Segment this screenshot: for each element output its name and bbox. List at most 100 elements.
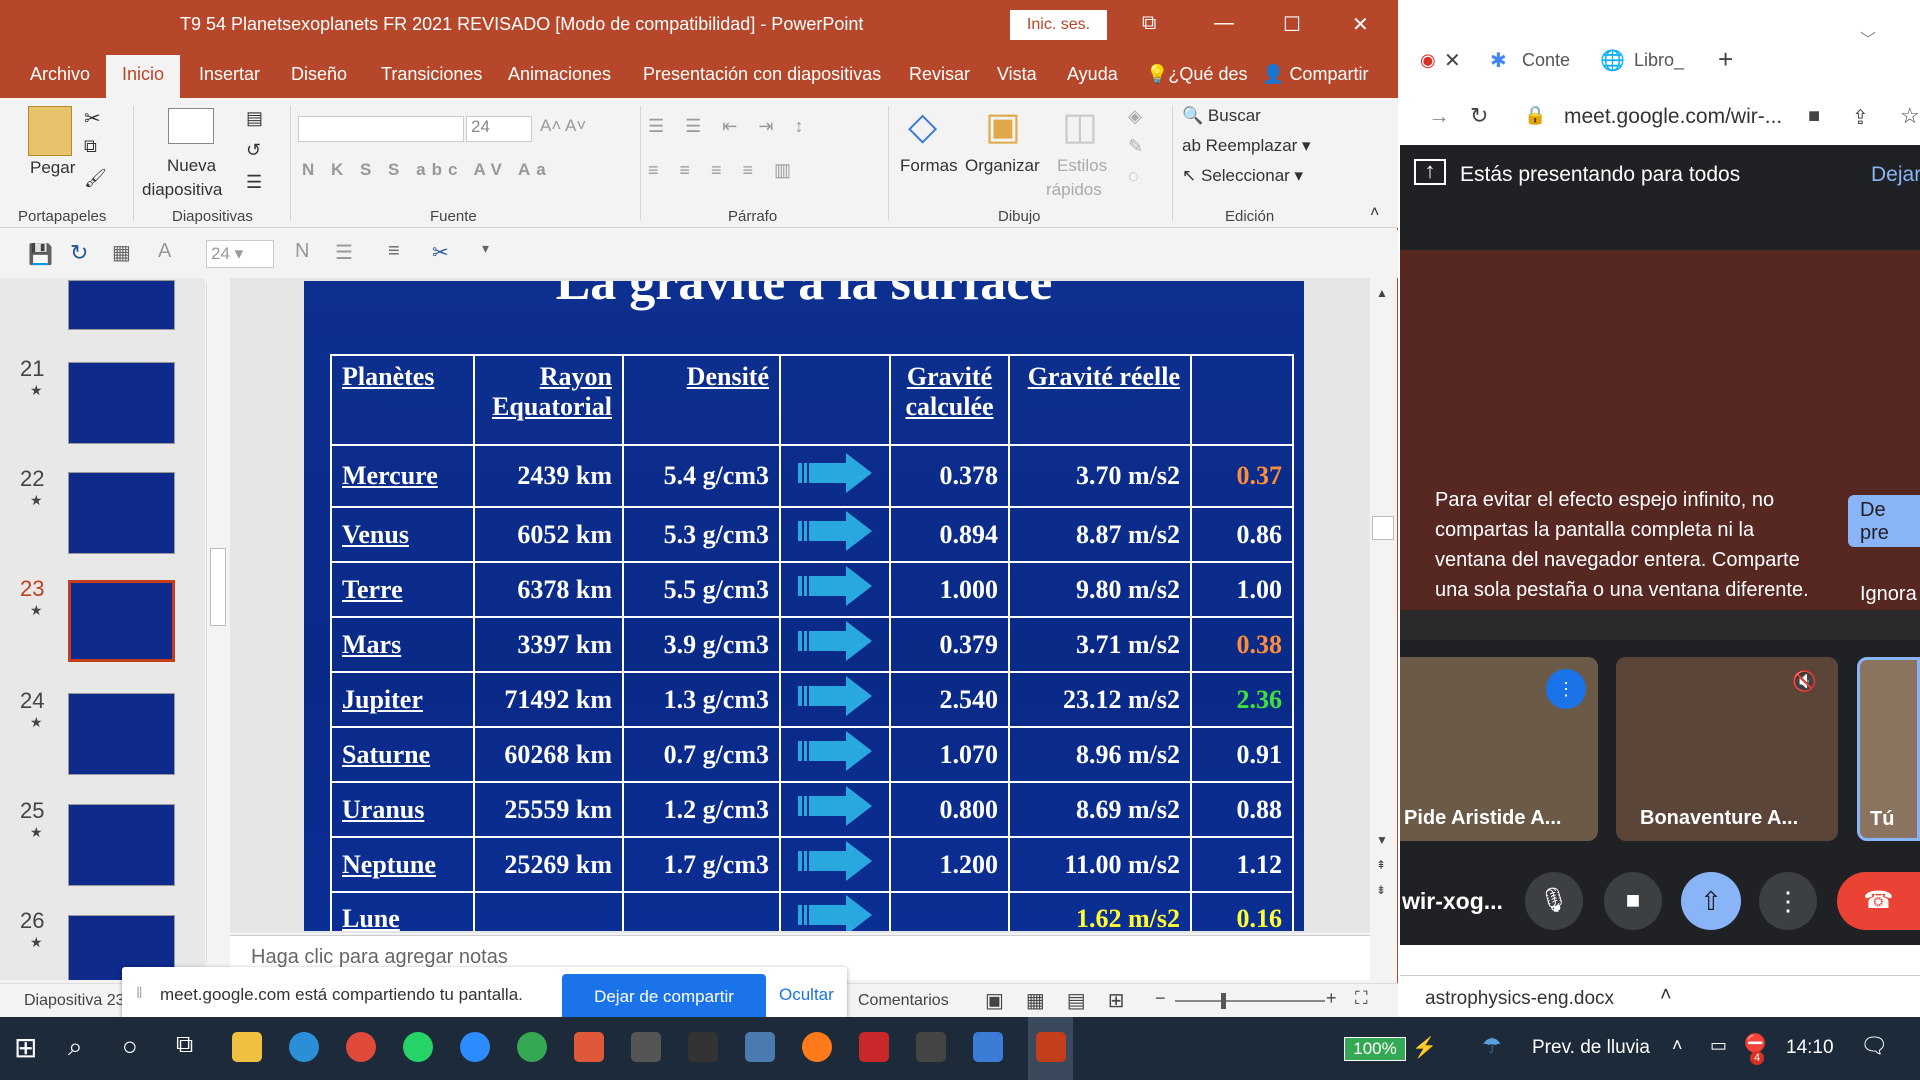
whatsapp-icon[interactable] <box>403 1032 433 1062</box>
share-button[interactable]: 👤 Compartir <box>1262 64 1368 85</box>
quick-styles-label-1[interactable]: Estilos <box>1057 156 1107 176</box>
view-buttons[interactable]: ▣▦▤⊞ <box>985 988 1146 1013</box>
tab-animaciones[interactable]: Animaciones <box>508 64 611 85</box>
forward-icon[interactable]: → <box>1428 103 1450 129</box>
slide-thumbnail-22[interactable] <box>68 472 175 554</box>
app-icon[interactable] <box>631 1032 661 1062</box>
quick-styles-label-2[interactable]: rápidos <box>1046 180 1102 200</box>
bookmark-star-icon[interactable]: ☆ <box>1900 103 1920 129</box>
weather-text[interactable]: Prev. de lluvia <box>1532 1037 1650 1059</box>
slide-thumbnail-21[interactable] <box>68 362 175 444</box>
tab-revisar[interactable]: Revisar <box>909 64 970 85</box>
zoom-in-icon[interactable]: + <box>1326 988 1337 1009</box>
microphone-button[interactable]: 🎙 <box>1525 872 1583 930</box>
zoom-icon[interactable] <box>460 1032 490 1062</box>
tab-archivo[interactable]: Archivo <box>30 64 90 85</box>
scroll-down-icon[interactable]: ▼ <box>1376 833 1388 847</box>
umbrella-icon[interactable]: ☂ <box>1482 1033 1502 1059</box>
font-size-box[interactable]: 24 <box>466 116 532 142</box>
select-button[interactable]: ↖ Seleccionar ▾ <box>1182 166 1303 186</box>
drag-handle-icon[interactable]: ‖ <box>136 985 143 1003</box>
tab-presentacion[interactable]: Presentación con diapositivas <box>643 64 881 85</box>
hide-button[interactable]: Ocultar <box>779 985 834 1005</box>
new-slide-label-2[interactable]: diapositiva <box>142 180 222 200</box>
reset-icon[interactable]: ↺ <box>246 140 261 161</box>
tell-me-search[interactable]: 💡¿Qué des <box>1146 64 1247 85</box>
font-color-icon[interactable]: A <box>158 240 171 263</box>
align-icon[interactable]: ≡ <box>388 240 400 263</box>
new-tab-icon[interactable]: + <box>1718 44 1733 75</box>
minimize-icon[interactable]: — <box>1214 12 1234 35</box>
tab-ayuda[interactable]: Ayuda <box>1067 64 1118 85</box>
align-buttons[interactable]: ≡ ≡ ≡ ≡ ▥ <box>648 160 799 181</box>
effects-icon[interactable]: ◌ <box>1128 166 1139 187</box>
app-icon[interactable] <box>916 1032 946 1062</box>
participant-tile-1[interactable]: ⋮ Pide Aristide A... <box>1400 657 1598 841</box>
task-view-icon[interactable]: ⧉ <box>176 1031 193 1059</box>
hidden-icons-chevron[interactable]: ˄ <box>1672 1035 1683 1056</box>
arrange-button[interactable]: Organizar <box>965 156 1040 176</box>
cut-icon[interactable]: ✂ <box>84 106 101 131</box>
pdf-converter-icon[interactable] <box>859 1032 889 1062</box>
bullets-icon[interactable]: ☰ <box>335 240 353 265</box>
powerpoint-taskbar-button[interactable] <box>1028 1017 1073 1080</box>
share-instead-button[interactable]: De pre <box>1848 495 1920 547</box>
share-icon[interactable]: ⇪ <box>1852 105 1869 130</box>
lock-icon[interactable]: 🔒 <box>1524 105 1546 126</box>
paste-button[interactable]: Pegar <box>30 158 75 178</box>
leave-call-button[interactable]: ☎ <box>1837 872 1920 930</box>
replace-button[interactable]: ab Reemplazar ▾ <box>1182 136 1311 156</box>
font-name-box[interactable] <box>298 116 464 142</box>
tab-vista[interactable]: Vista <box>997 64 1037 85</box>
qat-font-size[interactable]: 24 ▾ <box>206 240 274 268</box>
reload-icon[interactable]: ↻ <box>1470 103 1488 129</box>
scrollbar-thumb[interactable] <box>210 548 226 626</box>
slide-thumbnail-20[interactable] <box>68 280 175 330</box>
close-icon[interactable]: ✕ <box>1352 12 1369 37</box>
tab-libro[interactable]: Libro_ <box>1634 50 1684 71</box>
prev-slide-icon[interactable]: ⇞ <box>1376 858 1386 872</box>
arrange-icon[interactable]: ▣ <box>985 104 1021 149</box>
tab-insertar[interactable]: Insertar <box>199 64 260 85</box>
app-icon[interactable] <box>574 1032 604 1062</box>
present-button[interactable]: ⇧ <box>1681 872 1741 930</box>
windows-start-icon[interactable]: ⊞ <box>14 1031 37 1064</box>
ignore-button[interactable]: Ignora <box>1860 583 1917 606</box>
fill-icon[interactable]: ◈ <box>1128 106 1142 127</box>
clock[interactable]: 14:10 <box>1786 1037 1834 1059</box>
close-tab-icon[interactable]: ✕ <box>1444 48 1461 73</box>
tab-diseno[interactable]: Diseño <box>291 64 347 85</box>
edge-icon[interactable] <box>289 1032 319 1062</box>
stop-presenting-button[interactable]: Dejar <box>1871 163 1920 187</box>
cut-icon[interactable]: ✂ <box>432 240 449 265</box>
find-button[interactable]: 🔍 Buscar <box>1182 106 1261 126</box>
more-options-button[interactable]: ⋮ <box>1759 872 1817 930</box>
redo-icon[interactable]: ↻ <box>70 240 88 266</box>
fit-slide-icon[interactable]: ⛶ <box>1355 988 1368 1009</box>
app-icon[interactable] <box>745 1032 775 1062</box>
shapes-icon[interactable]: ◇ <box>908 104 937 149</box>
slide-thumbnail-25[interactable] <box>68 804 175 886</box>
quick-styles-icon[interactable]: ◫ <box>1062 104 1098 149</box>
format-painter-icon[interactable]: 🖌 <box>84 168 107 189</box>
battery-percent[interactable]: 100% <box>1344 1037 1406 1061</box>
slide-scrollbar[interactable]: ▲ ▼ ⇞ ⇟ <box>1370 278 1397 933</box>
zoom-slider-handle[interactable] <box>1221 993 1226 1009</box>
scroll-up-icon[interactable]: ▲ <box>1376 286 1388 300</box>
outline-icon[interactable]: ✎ <box>1128 136 1143 157</box>
network-icon[interactable]: ▭ <box>1710 1035 1727 1056</box>
new-slide-icon[interactable] <box>168 108 214 144</box>
file-explorer-icon[interactable] <box>232 1032 262 1062</box>
chevron-up-icon[interactable]: ˄ <box>1660 984 1672 1007</box>
ribbon-display-icon[interactable]: ⧉ <box>1142 12 1156 35</box>
tab-conte[interactable]: Conte <box>1522 50 1570 71</box>
download-filename[interactable]: astrophysics-eng.docx <box>1425 988 1614 1010</box>
comments-button[interactable]: Comentarios <box>858 992 949 1010</box>
save-icon[interactable]: 💾 <box>28 242 53 267</box>
thumbnail-scrollbar[interactable] <box>206 283 228 963</box>
list-buttons[interactable]: ☰ ☰ ⇤ ⇥ ↕ <box>648 116 811 137</box>
camera-icon[interactable]: ■ <box>1808 105 1820 128</box>
app-icon[interactable] <box>688 1032 718 1062</box>
paste-icon[interactable] <box>28 106 72 156</box>
collapse-ribbon-icon[interactable]: ˄ <box>1370 204 1379 222</box>
